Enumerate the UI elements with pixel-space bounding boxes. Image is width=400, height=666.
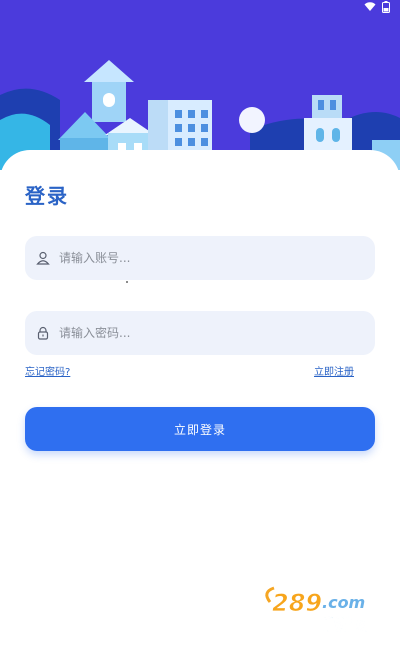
city-illustration	[0, 0, 400, 170]
page-title: 登录	[25, 184, 69, 208]
battery-icon	[382, 1, 390, 13]
password-field[interactable]	[25, 311, 375, 355]
watermark-subtitle: 手游网	[320, 615, 368, 634]
forgot-password-link[interactable]: 忘记密码?	[25, 363, 70, 378]
watermark-suffix: .com	[322, 593, 365, 612]
watermark-digits: 289	[272, 589, 322, 617]
lock-icon	[35, 325, 51, 341]
watermark-logo: 289 .com 手游网	[265, 586, 368, 634]
moon	[239, 107, 265, 133]
username-input[interactable]	[57, 250, 351, 266]
username-field[interactable]	[25, 236, 375, 280]
wifi-icon	[364, 2, 376, 12]
status-bar	[0, 0, 400, 14]
user-icon	[35, 250, 51, 266]
register-link[interactable]: 立即注册	[314, 363, 354, 378]
password-input[interactable]	[57, 325, 351, 341]
login-button[interactable]: 立即登录	[25, 407, 375, 451]
stray-dot	[126, 281, 128, 283]
